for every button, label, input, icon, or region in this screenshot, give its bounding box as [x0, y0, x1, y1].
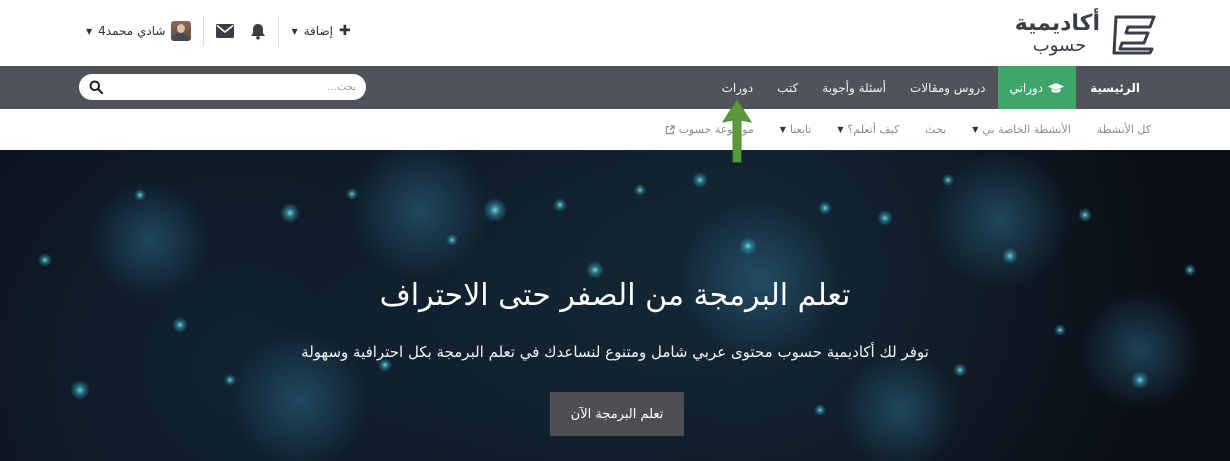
- caret-down-icon: ▼: [972, 125, 979, 134]
- hero-subtitle: توفر لك أكاديمية حسوب محتوى عربي شامل وم…: [301, 343, 929, 361]
- nav-item-home[interactable]: الرئيسية: [1076, 66, 1154, 109]
- subnav-item-search[interactable]: بحث: [912, 109, 959, 150]
- search-box: [79, 74, 366, 100]
- username: شادي محمد4: [98, 24, 166, 38]
- sub-navbar: كل الأنشطة الأنشطة الخاصة بي ▼ بحث كيف أ…: [0, 109, 1230, 150]
- user-menu[interactable]: ▼ شادي محمد4: [78, 14, 199, 48]
- nav-item-my-courses[interactable]: دوراتي: [997, 66, 1077, 109]
- nav-items: الرئيسية دوراتي دروس ومقالات أسئلة وأجوب…: [710, 66, 1154, 109]
- caret-down-icon: ▼: [291, 26, 298, 36]
- subnav-item-all-activity[interactable]: كل الأنشطة: [1084, 109, 1164, 150]
- subnav-item-my-activity[interactable]: الأنشطة الخاصة بي ▼: [959, 109, 1084, 150]
- caret-down-icon: ▼: [779, 125, 786, 134]
- search-input[interactable]: [103, 81, 356, 93]
- site-header: أكاديمية حسوب ▼ شادي محمد4 ▼ إضافة ✚: [0, 0, 1230, 66]
- plus-icon: ✚: [338, 23, 351, 39]
- caret-down-icon: ▼: [837, 125, 844, 134]
- envelope-icon: [216, 24, 235, 38]
- avatar: [171, 21, 192, 41]
- add-label: إضافة: [303, 24, 333, 38]
- search-icon[interactable]: [89, 80, 103, 94]
- hero-banner: تعلم البرمجة من الصفر حتى الاحتراف توفر …: [0, 150, 1230, 461]
- bell-icon: [251, 23, 266, 40]
- notifications-button[interactable]: [242, 14, 274, 48]
- divider: [278, 16, 280, 46]
- divider: [203, 16, 205, 46]
- nav-item-books[interactable]: كتب: [765, 66, 810, 109]
- site-logo[interactable]: أكاديمية حسوب: [1015, 10, 1158, 58]
- subnav-item-follow-us[interactable]: تابعنا ▼: [767, 109, 825, 150]
- user-bar: ▼ شادي محمد4 ▼ إضافة ✚: [78, 14, 359, 48]
- external-link-icon: [665, 124, 675, 134]
- subnav-item-how-to-learn[interactable]: كيف أتعلم؟ ▼: [824, 109, 912, 150]
- hero-title: تعلم البرمجة من الصفر حتى الاحتراف: [379, 278, 851, 313]
- logo-title: أكاديمية: [1014, 11, 1100, 36]
- add-menu[interactable]: ▼ إضافة ✚: [283, 14, 358, 48]
- start-learning-button[interactable]: تعلم البرمجة الآن: [550, 392, 684, 436]
- logo-icon: [1112, 15, 1156, 55]
- messages-button[interactable]: [208, 14, 242, 48]
- main-navbar: الرئيسية دوراتي دروس ومقالات أسئلة وأجوب…: [0, 66, 1230, 109]
- logo-subtitle: حسوب: [1032, 35, 1087, 56]
- nav-item-articles[interactable]: دروس ومقالات: [898, 66, 998, 109]
- caret-down-icon: ▼: [86, 26, 93, 36]
- graduation-cap-icon: [1048, 82, 1065, 93]
- annotation-arrow-icon: [722, 99, 752, 163]
- nav-item-qa[interactable]: أسئلة وأجوبة: [810, 66, 898, 109]
